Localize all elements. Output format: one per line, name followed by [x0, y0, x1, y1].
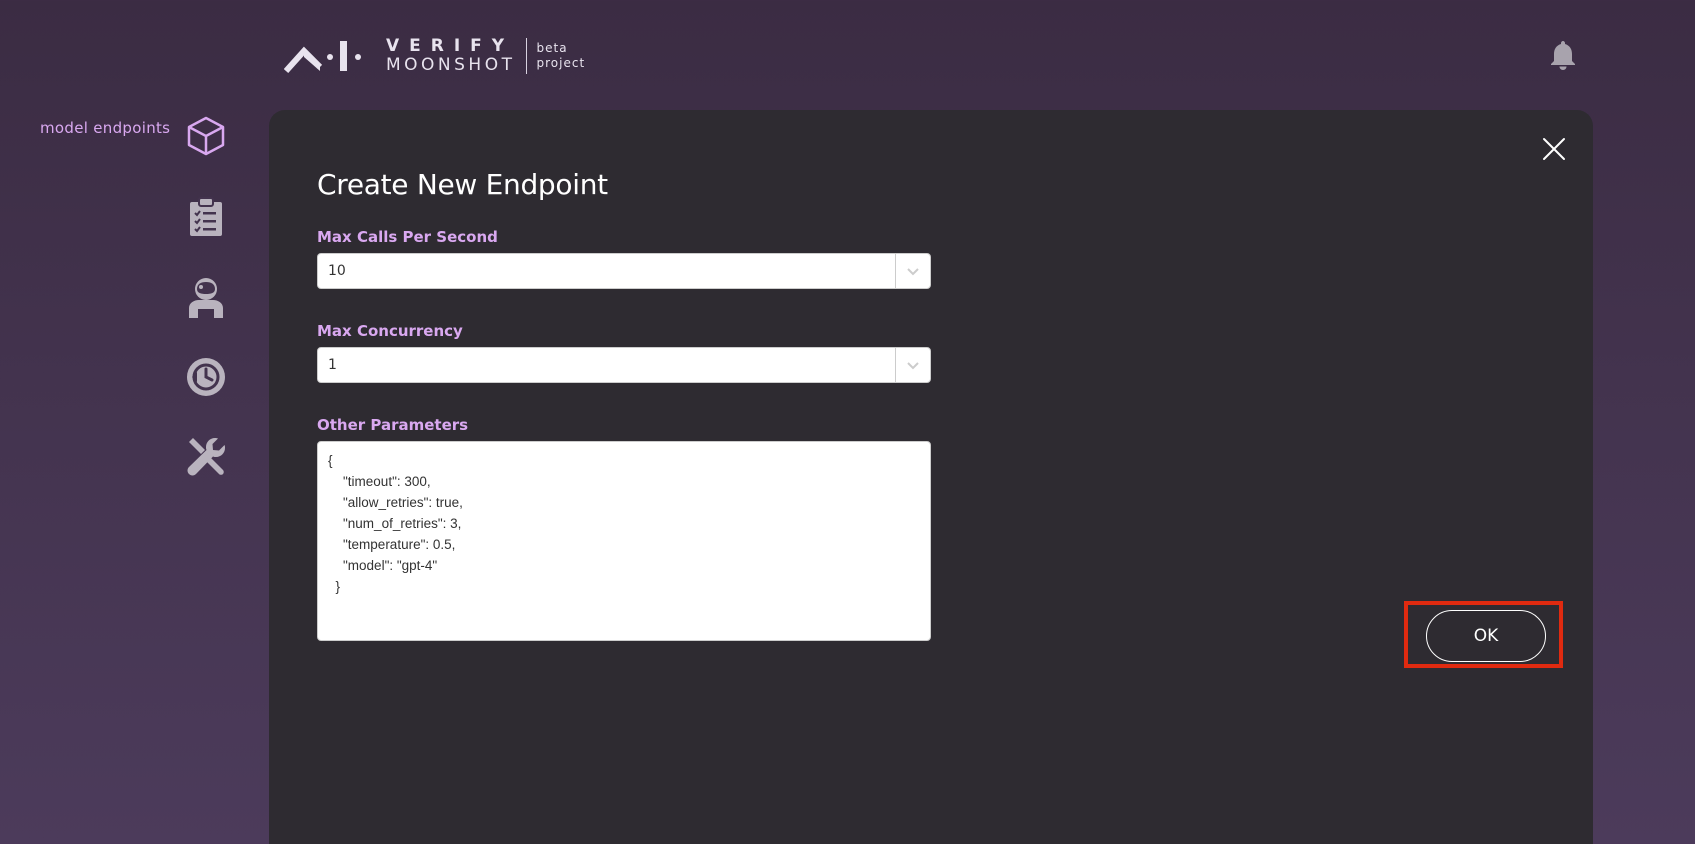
- max-concurrency-value: 1: [328, 357, 337, 373]
- max-concurrency-label: Max Concurrency: [317, 322, 463, 340]
- close-icon[interactable]: [1541, 136, 1567, 162]
- history-icon: [187, 358, 225, 396]
- clipboard-checklist-icon: [190, 197, 222, 236]
- aiverify-logo-icon: [284, 41, 361, 73]
- sidebar-item-checklist[interactable]: [184, 195, 228, 239]
- chevron-down-icon[interactable]: [896, 254, 930, 288]
- sidebar-item-utilities[interactable]: [184, 435, 228, 479]
- ok-button[interactable]: OK: [1426, 610, 1546, 662]
- max-concurrency-select[interactable]: 1: [317, 347, 931, 383]
- sidebar-item-history[interactable]: [184, 355, 228, 399]
- sidebar-item-redteaming[interactable]: [184, 275, 228, 319]
- other-params-label: Other Parameters: [317, 416, 469, 434]
- notifications-bell-icon[interactable]: [1548, 39, 1578, 71]
- max-calls-value: 10: [328, 263, 346, 279]
- logo-line-moonshot: MOONSHOT: [386, 55, 516, 75]
- logo-tag-project: project: [536, 56, 586, 70]
- sidebar-item-model-endpoints[interactable]: [184, 114, 228, 158]
- app-logo[interactable]: VERIFY MOONSHOT beta project: [284, 36, 585, 76]
- logo-line-verify: VERIFY: [386, 36, 515, 56]
- chevron-down-icon[interactable]: [896, 348, 930, 382]
- logo-tag-beta: beta: [536, 41, 568, 55]
- other-params-textarea[interactable]: { "timeout": 300, "allow_retries": true,…: [317, 441, 931, 641]
- cube-icon: [187, 116, 225, 156]
- logo-divider: [525, 38, 527, 74]
- dialog-title: Create New Endpoint: [317, 168, 608, 201]
- astronaut-icon: [189, 278, 223, 318]
- max-calls-label: Max Calls Per Second: [317, 228, 498, 246]
- tools-icon: [187, 438, 225, 476]
- max-calls-select[interactable]: 10: [317, 253, 931, 289]
- sidebar-active-label: model endpoints: [40, 119, 171, 137]
